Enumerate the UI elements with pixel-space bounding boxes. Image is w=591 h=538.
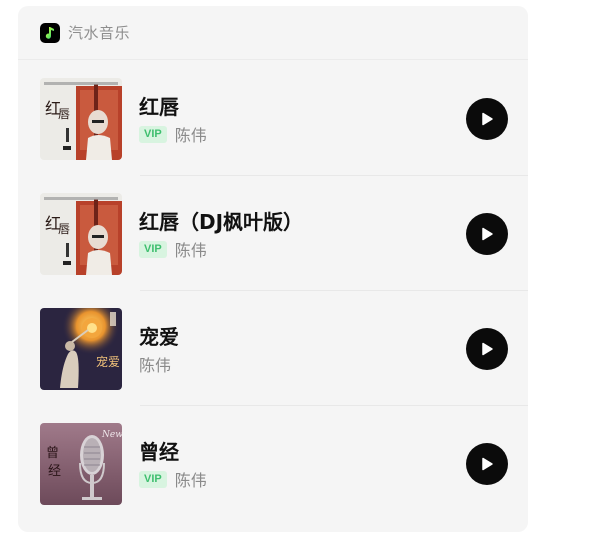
play-icon <box>482 342 493 356</box>
play-button[interactable] <box>466 98 508 140</box>
artist-name[interactable]: 陈伟 <box>175 122 207 146</box>
song-item[interactable]: 曾 经 New 曾经 VIP 陈伟 <box>18 405 528 520</box>
play-button[interactable] <box>466 443 508 485</box>
play-icon <box>482 112 493 126</box>
album-cover[interactable]: 宠爱 <box>40 308 122 390</box>
app-name: 汽水音乐 <box>68 24 131 42</box>
song-title[interactable]: 红唇 <box>139 91 179 120</box>
song-item[interactable]: 红 唇 红唇（DJ枫叶版） VIP 陈伟 <box>18 175 528 290</box>
song-title[interactable]: 曾经 <box>139 436 179 465</box>
song-item[interactable]: 红 唇 红唇 VIP 陈伟 <box>18 60 528 175</box>
svg-text:宠爱: 宠爱 <box>96 354 120 369</box>
song-title[interactable]: 红唇（DJ枫叶版） <box>139 206 303 235</box>
album-cover[interactable]: 红 唇 <box>40 193 122 275</box>
app-logo-icon <box>40 22 60 43</box>
vip-badge: VIP <box>139 240 167 258</box>
artist-name[interactable]: 陈伟 <box>175 237 207 261</box>
svg-text:经: 经 <box>48 464 61 479</box>
play-icon <box>482 227 493 241</box>
song-list: 红 唇 红唇 VIP 陈伟 红 唇 红唇（DJ枫叶版） VIP 陈伟 宠爱 宠爱… <box>18 60 528 520</box>
music-search-card: 汽水音乐 红 唇 红唇 VIP 陈伟 红 唇 红唇（DJ枫叶版） VIP 陈伟 … <box>18 6 528 532</box>
song-title[interactable]: 宠爱 <box>139 321 179 350</box>
svg-text:唇: 唇 <box>58 222 70 236</box>
svg-text:曾: 曾 <box>46 446 59 461</box>
play-button[interactable] <box>466 328 508 370</box>
song-item[interactable]: 宠爱 宠爱 陈伟 <box>18 290 528 405</box>
play-icon <box>482 457 493 471</box>
album-cover[interactable]: 曾 经 New <box>40 423 122 505</box>
vip-badge: VIP <box>139 125 167 143</box>
card-header[interactable]: 汽水音乐 <box>18 6 528 60</box>
artist-name[interactable]: 陈伟 <box>139 352 171 376</box>
song-meta: VIP 陈伟 <box>139 122 207 146</box>
vip-badge: VIP <box>139 470 167 488</box>
song-meta: VIP 陈伟 <box>139 467 207 491</box>
song-meta: 陈伟 <box>139 352 171 376</box>
artist-name[interactable]: 陈伟 <box>175 467 207 491</box>
play-button[interactable] <box>466 213 508 255</box>
album-cover[interactable]: 红 唇 <box>40 78 122 160</box>
svg-text:New: New <box>101 430 122 440</box>
song-meta: VIP 陈伟 <box>139 237 207 261</box>
svg-text:唇: 唇 <box>58 107 70 121</box>
